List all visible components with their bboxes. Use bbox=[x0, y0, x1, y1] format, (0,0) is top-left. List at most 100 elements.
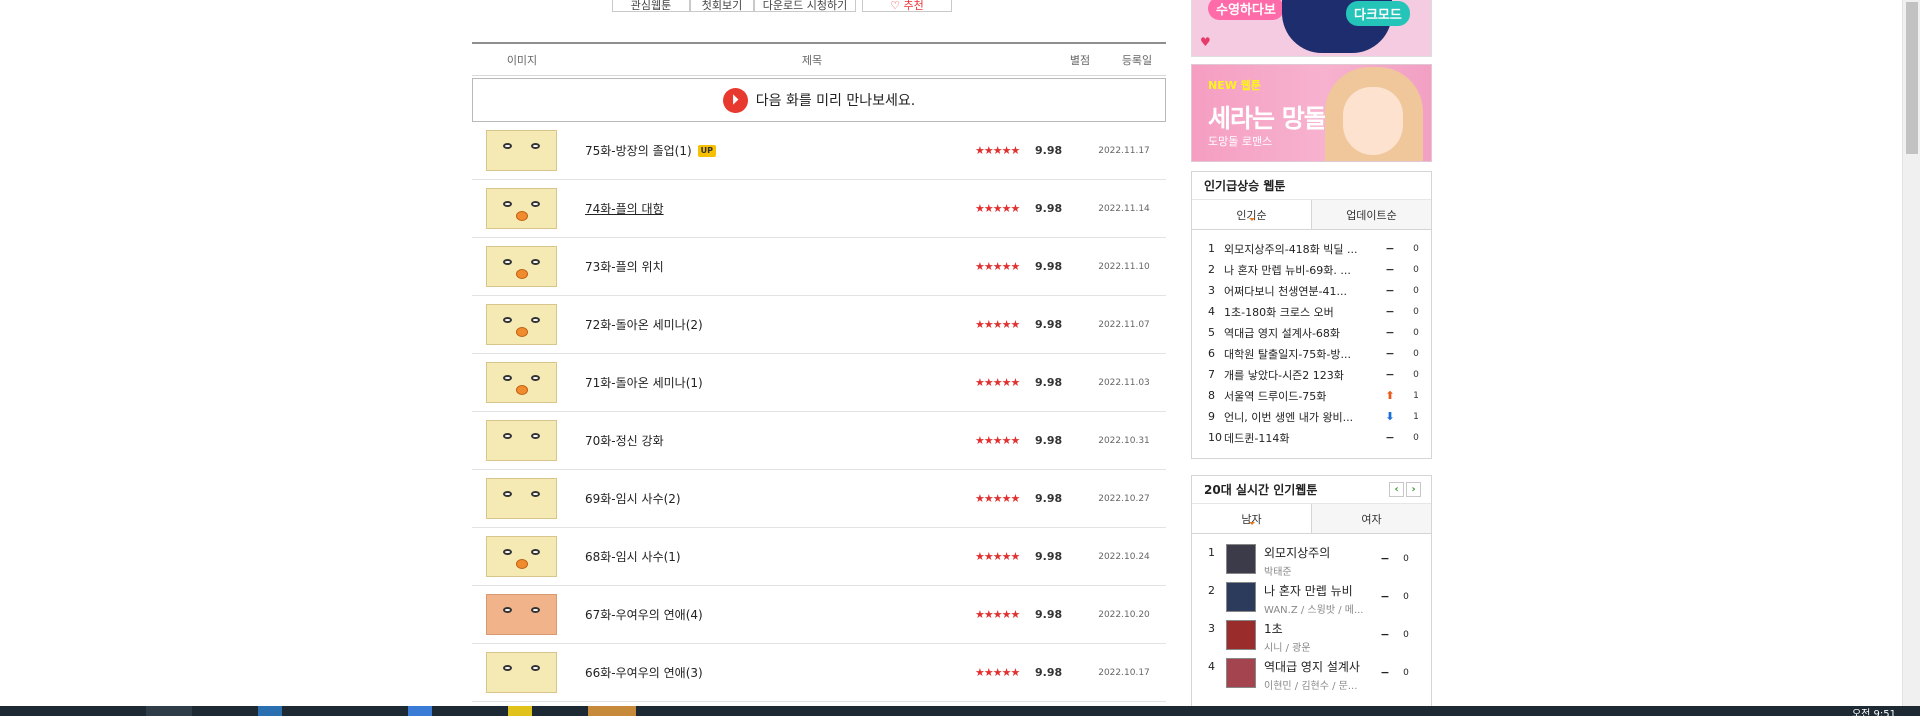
rank-change-value: 1 bbox=[1413, 390, 1419, 401]
episode-thumbnail[interactable] bbox=[486, 304, 557, 345]
episode-row[interactable]: 72화-돌아온 세미나(2) ★★★★★ 9.98 2022.11.07 bbox=[472, 296, 1166, 354]
episode-row[interactable]: 75화-방장의 졸업(1) UP ★★★★★ 9.98 2022.11.17 bbox=[472, 122, 1166, 180]
first-episode-button[interactable]: 첫회보기 bbox=[690, 0, 754, 12]
episode-row[interactable]: 69화-임시 사수(2) ★★★★★ 9.98 2022.10.27 bbox=[472, 470, 1166, 528]
realtime-item[interactable]: 1 외모지상주의 박태준 − 0 bbox=[1192, 542, 1431, 580]
rank-change-value: 0 bbox=[1413, 285, 1419, 296]
tab-male[interactable]: 남자 bbox=[1192, 504, 1312, 533]
episode-title[interactable]: 73화-플의 위치 bbox=[585, 258, 664, 275]
rank-title[interactable]: 1초-180화 크로스 오버 bbox=[1224, 304, 1376, 320]
episode-title[interactable]: 66화-우여우의 연애(3) bbox=[585, 664, 703, 681]
rank-title[interactable]: 언니, 이번 생엔 내가 왕비... bbox=[1224, 409, 1376, 425]
preview-notice[interactable]: ⏵ 다음 화를 미리 만나보세요. bbox=[472, 78, 1166, 122]
realtime-item[interactable]: 2 나 혼자 만렙 뉴비 WAN.Z / 스윙밧 / 메... − 0 bbox=[1192, 580, 1431, 618]
webtoon-thumbnail[interactable] bbox=[1226, 658, 1256, 688]
episode-thumbnail[interactable] bbox=[486, 362, 557, 403]
episode-title-cell[interactable]: 72화-돌아온 세미나(2) bbox=[585, 316, 975, 333]
ranking-item[interactable]: 2 나 혼자 만렙 뉴비-69화. ... − 0 bbox=[1192, 259, 1431, 280]
rank-title[interactable]: 대학원 탈출일지-75화-방... bbox=[1224, 346, 1376, 362]
favorite-button[interactable]: 관심웹툰 bbox=[612, 0, 690, 12]
rank-title[interactable]: 서울역 드루이드-75화 bbox=[1224, 388, 1376, 404]
taskbar-app-icon[interactable] bbox=[508, 706, 532, 716]
rank-title[interactable]: 나 혼자 만렙 뉴비-69화. ... bbox=[1224, 262, 1376, 278]
ranking-item[interactable]: 4 1초-180화 크로스 오버 − 0 bbox=[1192, 301, 1431, 322]
scrollbar-thumb[interactable] bbox=[1906, 2, 1918, 154]
rating-score: 9.98 bbox=[1035, 376, 1063, 389]
episode-title-cell[interactable]: 69화-임시 사수(2) bbox=[585, 490, 975, 507]
rating-score: 9.98 bbox=[1035, 550, 1063, 563]
ranking-item[interactable]: 3 어쩌다보니 천생연분-41... − 0 bbox=[1192, 280, 1431, 301]
webtoon-title[interactable]: 1초 bbox=[1264, 620, 1376, 637]
rank-title[interactable]: 개를 낳았다-시즌2 123화 bbox=[1224, 367, 1376, 383]
webtoon-thumbnail[interactable] bbox=[1226, 620, 1256, 650]
realtime-item[interactable]: 4 역대급 영지 설계사 이현민 / 김현수 / 문... − 0 bbox=[1192, 656, 1431, 694]
ranking-item[interactable]: 8 서울역 드루이드-75화 ⬆ 1 bbox=[1192, 385, 1431, 406]
episode-title-cell[interactable]: 75화-방장의 졸업(1) UP bbox=[585, 142, 975, 159]
episode-thumbnail[interactable] bbox=[486, 246, 557, 287]
ranking-item[interactable]: 6 대학원 탈출일지-75화-방... − 0 bbox=[1192, 343, 1431, 364]
episode-row[interactable]: 70화-정신 강화 ★★★★★ 9.98 2022.10.31 bbox=[472, 412, 1166, 470]
webtoon-title[interactable]: 외모지상주의 bbox=[1264, 544, 1376, 561]
rank-change-icon: − bbox=[1385, 305, 1395, 318]
webtoon-title[interactable]: 나 혼자 만렙 뉴비 bbox=[1264, 582, 1376, 599]
taskbar-app-icon[interactable] bbox=[146, 706, 192, 716]
episode-thumbnail[interactable] bbox=[486, 652, 557, 693]
banner-right-label: 다크모드 bbox=[1346, 1, 1410, 26]
episode-thumbnail[interactable] bbox=[486, 420, 557, 461]
next-arrow-icon[interactable]: › bbox=[1406, 482, 1421, 497]
episode-row[interactable]: 68화-임시 사수(1) ★★★★★ 9.98 2022.10.24 bbox=[472, 528, 1166, 586]
episode-title-cell[interactable]: 67화-우여우의 연애(4) bbox=[585, 606, 975, 623]
episode-row[interactable]: 71화-돌아온 세미나(1) ★★★★★ 9.98 2022.11.03 bbox=[472, 354, 1166, 412]
episode-thumbnail[interactable] bbox=[486, 188, 557, 229]
ranking-item[interactable]: 5 역대급 영지 설계사-68화 − 0 bbox=[1192, 322, 1431, 343]
ranking-item[interactable]: 10 데드퀸-114화 − 0 bbox=[1192, 427, 1431, 448]
ranking-item[interactable]: 9 언니, 이번 생엔 내가 왕비... ⬇ 1 bbox=[1192, 406, 1431, 427]
episode-title[interactable]: 75화-방장의 졸업(1) bbox=[585, 142, 692, 159]
episode-row[interactable]: 73화-플의 위치 ★★★★★ 9.98 2022.11.10 bbox=[472, 238, 1166, 296]
rank-change-icon: − bbox=[1385, 284, 1395, 297]
rank-title[interactable]: 역대급 영지 설계사-68화 bbox=[1224, 325, 1376, 341]
webtoon-title[interactable]: 역대급 영지 설계사 bbox=[1264, 658, 1376, 675]
episode-title-cell[interactable]: 73화-플의 위치 bbox=[585, 258, 975, 275]
tab-updated[interactable]: 업데이트순 bbox=[1312, 200, 1431, 229]
episode-title[interactable]: 74화-플의 대항 bbox=[585, 200, 664, 217]
episode-thumbnail[interactable] bbox=[486, 536, 557, 577]
episode-row[interactable]: 74화-플의 대항 ★★★★★ 9.98 2022.11.14 bbox=[472, 180, 1166, 238]
prev-arrow-icon[interactable]: ‹ bbox=[1389, 482, 1404, 497]
episode-title[interactable]: 70화-정신 강화 bbox=[585, 432, 664, 449]
episode-title[interactable]: 67화-우여우의 연애(4) bbox=[585, 606, 703, 623]
new-webtoon-banner[interactable]: NEW 웹툰 세라는 망돌 도망돌 로맨스 bbox=[1191, 64, 1432, 162]
taskbar-app-icon[interactable] bbox=[408, 706, 432, 716]
webtoon-thumbnail[interactable] bbox=[1226, 544, 1256, 574]
episode-thumbnail[interactable] bbox=[486, 130, 557, 171]
episode-title[interactable]: 71화-돌아온 세미나(1) bbox=[585, 374, 703, 391]
rank-title[interactable]: 어쩌다보니 천생연분-41... bbox=[1224, 283, 1376, 299]
episode-title-cell[interactable]: 70화-정신 강화 bbox=[585, 432, 975, 449]
episode-title-cell[interactable]: 68화-임시 사수(1) bbox=[585, 548, 975, 565]
ranking-item[interactable]: 1 외모지상주의-418화 빅딜 ... − 0 bbox=[1192, 238, 1431, 259]
realtime-item[interactable]: 3 1초 시니 / 광운 − 0 bbox=[1192, 618, 1431, 656]
episode-title[interactable]: 72화-돌아온 세미나(2) bbox=[585, 316, 703, 333]
download-button[interactable]: 다운로드 시청하기 bbox=[754, 0, 856, 12]
episode-row[interactable]: 66화-우여우의 연애(3) ★★★★★ 9.98 2022.10.17 bbox=[472, 644, 1166, 702]
recommend-button[interactable]: ♡ 추천 bbox=[862, 0, 952, 12]
episode-title-cell[interactable]: 66화-우여우의 연애(3) bbox=[585, 664, 975, 681]
rank-title[interactable]: 데드퀸-114화 bbox=[1224, 430, 1376, 446]
episode-thumbnail[interactable] bbox=[486, 594, 557, 635]
webtoon-author: 시니 / 광운 bbox=[1264, 643, 1311, 654]
episode-title-cell[interactable]: 71화-돌아온 세미나(1) bbox=[585, 374, 975, 391]
rank-title[interactable]: 외모지상주의-418화 빅딜 ... bbox=[1224, 241, 1376, 257]
taskbar-app-icon[interactable] bbox=[258, 706, 282, 716]
episode-row[interactable]: 67화-우여우의 연애(4) ★★★★★ 9.98 2022.10.20 bbox=[472, 586, 1166, 644]
taskbar-app-icon[interactable] bbox=[588, 706, 636, 716]
episode-title[interactable]: 69화-임시 사수(2) bbox=[585, 490, 681, 507]
promo-banner-top[interactable]: 수영하다보 다크모드 ♥ bbox=[1191, 0, 1432, 57]
ranking-item[interactable]: 7 개를 낳았다-시즌2 123화 − 0 bbox=[1192, 364, 1431, 385]
webtoon-thumbnail[interactable] bbox=[1226, 582, 1256, 612]
episode-title[interactable]: 68화-임시 사수(1) bbox=[585, 548, 681, 565]
page-scrollbar[interactable] bbox=[1902, 0, 1920, 706]
tab-female[interactable]: 여자 bbox=[1312, 504, 1431, 533]
episode-title-cell[interactable]: 74화-플의 대항 bbox=[585, 200, 975, 217]
episode-thumbnail[interactable] bbox=[486, 478, 557, 519]
tab-popular[interactable]: 인기순 bbox=[1192, 200, 1312, 229]
